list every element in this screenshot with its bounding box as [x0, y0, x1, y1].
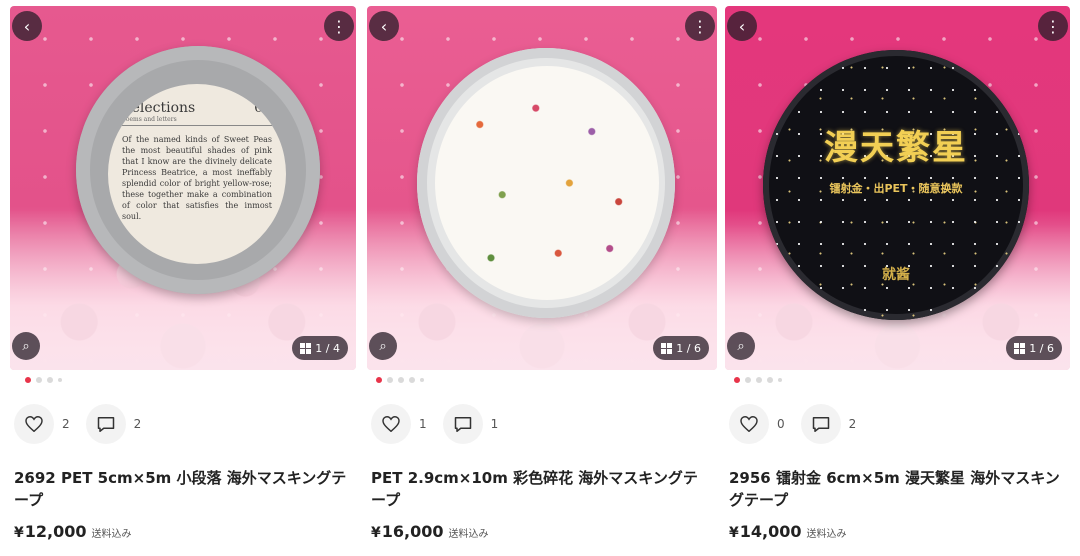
product-price: ¥ 16,000 送料込み — [371, 522, 489, 541]
tape-label: Selections 01 poems and letters Of the n… — [108, 84, 286, 264]
comment-count: 2 — [133, 417, 142, 431]
chevron-left-icon: ‹ — [380, 16, 388, 36]
action-bar: 1 1 — [371, 404, 514, 444]
more-options-button[interactable]: ⋮ — [1038, 11, 1068, 41]
comment-icon — [97, 416, 114, 432]
comment-button[interactable] — [85, 404, 126, 444]
comment-button[interactable] — [442, 404, 483, 444]
tape-label-header: Selections 01 — [122, 100, 272, 116]
back-button[interactable]: ‹ — [369, 11, 399, 41]
like-count: 0 — [777, 417, 785, 431]
image-pager — [0, 377, 216, 383]
product-card[interactable]: ‹ ⋮ ⌕ 1 / 6 1 1 PET 2.9cm×10m 彩色碎花 海外マスキ… — [367, 0, 717, 556]
image-search-icon: ⌕ — [737, 338, 745, 354]
image-counter[interactable]: 1 / 4 — [292, 336, 348, 360]
more-vertical-icon: ⋮ — [1045, 16, 1061, 36]
product-title[interactable]: 2692 PET 5cm×5m 小段落 海外マスキングテープ — [14, 467, 349, 511]
grid-icon — [300, 342, 312, 354]
price-symbol: ¥ — [371, 525, 381, 541]
image-search-icon: ⌕ — [379, 338, 387, 354]
comment-icon — [812, 416, 829, 432]
image-search-button[interactable]: ⌕ — [12, 332, 40, 360]
chevron-left-icon: ‹ — [738, 16, 746, 36]
more-options-button[interactable]: ⋮ — [685, 11, 715, 41]
tape-label-sub: poems and letters — [122, 116, 272, 126]
tape-label-sub: 镭射金・出PET・随意换款 — [829, 182, 963, 195]
chevron-left-icon: ‹ — [23, 16, 31, 36]
grid-icon — [661, 342, 673, 354]
back-button[interactable]: ‹ — [727, 11, 757, 41]
image-counter[interactable]: 1 / 6 — [653, 336, 709, 360]
heart-icon — [382, 416, 400, 432]
image-search-button[interactable]: ⌕ — [727, 332, 755, 360]
comment-count: 2 — [848, 417, 857, 431]
product-title[interactable]: 2956 镭射金 6cm×5m 漫天繁星 海外マスキングテープ — [729, 467, 1064, 511]
heart-icon — [740, 416, 758, 432]
comment-count: 1 — [490, 417, 499, 431]
product-image[interactable]: ‹ ⋮ ⌕ 1 / 6 — [367, 6, 717, 370]
grid-icon — [1014, 342, 1026, 354]
comment-button[interactable] — [800, 404, 841, 444]
action-bar: 2 2 — [14, 404, 157, 444]
like-button[interactable] — [729, 404, 769, 444]
product-price: ¥ 12,000 送料込み — [14, 522, 132, 541]
product-price: ¥ 14,000 送料込み — [729, 522, 847, 541]
like-count: 2 — [62, 417, 70, 431]
product-card[interactable]: 漫天繁星 镭射金・出PET・随意换款 就酱 ‹ ⋮ ⌕ 1 / 6 0 2 29… — [725, 0, 1070, 556]
tape-label-brand: 就酱 — [882, 267, 910, 283]
product-card[interactable]: Selections 01 poems and letters Of the n… — [10, 0, 356, 556]
product-image[interactable]: Selections 01 poems and letters Of the n… — [10, 6, 356, 370]
image-counter-text: 1 / 4 — [315, 341, 340, 355]
back-button[interactable]: ‹ — [12, 11, 42, 41]
image-counter[interactable]: 1 / 6 — [1006, 336, 1062, 360]
image-pager — [225, 377, 575, 383]
price-value: 14,000 — [739, 522, 802, 541]
like-count: 1 — [419, 417, 427, 431]
product-card-row: Selections 01 poems and letters Of the n… — [0, 0, 1080, 556]
more-vertical-icon: ⋮ — [331, 16, 347, 36]
image-search-icon: ⌕ — [22, 338, 30, 354]
like-button[interactable] — [14, 404, 54, 444]
shipping-note: 送料込み — [448, 529, 489, 540]
action-bar: 0 2 — [729, 404, 872, 444]
image-pager — [585, 377, 930, 383]
product-image[interactable]: 漫天繁星 镭射金・出PET・随意换款 就酱 ‹ ⋮ ⌕ 1 / 6 — [725, 6, 1070, 370]
product-title[interactable]: PET 2.9cm×10m 彩色碎花 海外マスキングテープ — [371, 467, 706, 511]
more-vertical-icon: ⋮ — [692, 16, 708, 36]
more-options-button[interactable]: ⋮ — [324, 11, 354, 41]
heart-icon — [25, 416, 43, 432]
price-symbol: ¥ — [729, 525, 739, 541]
shipping-note: 送料込み — [806, 529, 847, 540]
image-search-button[interactable]: ⌕ — [369, 332, 397, 360]
shipping-note: 送料込み — [91, 529, 132, 540]
image-counter-text: 1 / 6 — [676, 341, 701, 355]
tape-label-floral — [435, 66, 659, 300]
image-counter-text: 1 / 6 — [1029, 341, 1054, 355]
tape-label-text: Of the named kinds of Sweet Peas the mos… — [122, 135, 272, 221]
tape-label-title: 漫天繁星 — [824, 128, 968, 168]
like-button[interactable] — [371, 404, 411, 444]
price-symbol: ¥ — [14, 525, 24, 541]
tape-roll: 漫天繁星 镭射金・出PET・随意换款 就酱 — [763, 50, 1029, 320]
comment-icon — [454, 416, 471, 432]
price-value: 12,000 — [24, 522, 87, 541]
price-value: 16,000 — [381, 522, 444, 541]
